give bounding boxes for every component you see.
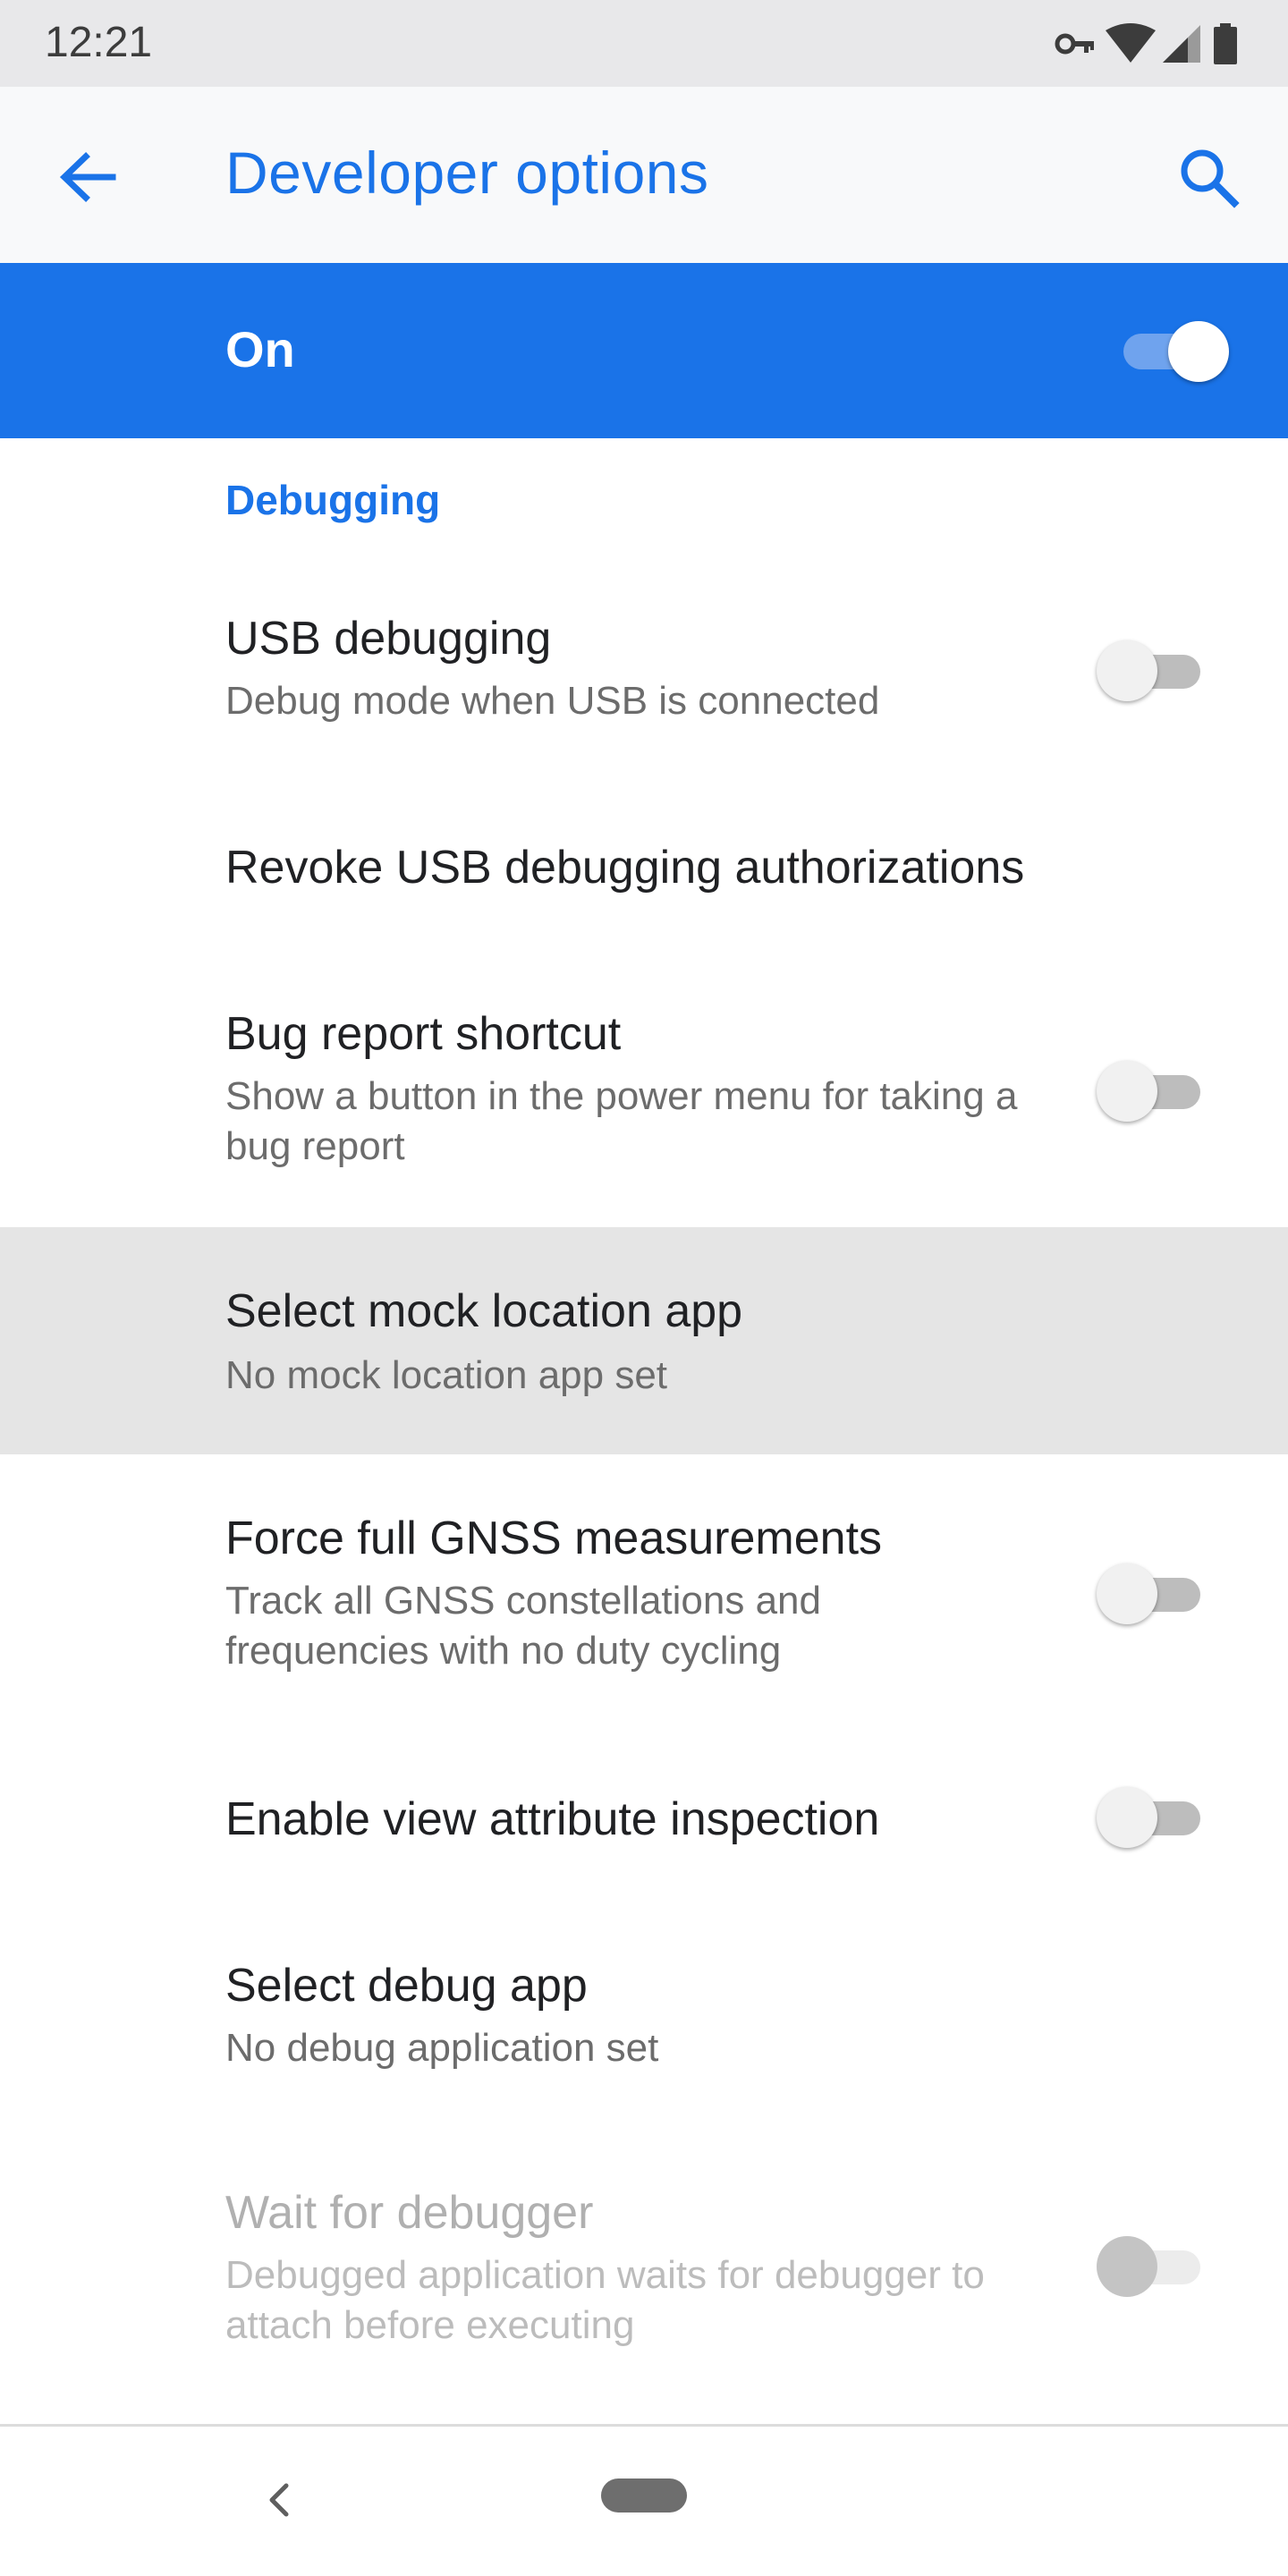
pref-view-attribute-inspection[interactable]: Enable view attribute inspection (0, 1753, 1288, 1887)
wifi-icon (1106, 23, 1156, 63)
pref-summary: Debugged application waits for debugger … (225, 2253, 985, 2347)
master-switch-toggle[interactable] (1123, 319, 1231, 382)
app-bar: Developer options (0, 87, 1288, 263)
pref-bug-report-shortcut[interactable]: Bug report shortcut Show a button in the… (0, 984, 1288, 1208)
pref-summary: Debug mode when USB is connected (225, 679, 880, 723)
pref-title: Bug report shortcut (225, 1008, 622, 1060)
force-full-gnss-toggle[interactable] (1097, 1563, 1204, 1626)
toggle-thumb (1097, 1787, 1157, 1848)
nav-back-button[interactable] (252, 2473, 306, 2527)
arrow-back-icon (59, 152, 116, 202)
pref-summary: No debug application set (225, 2026, 659, 2070)
cellular-signal-icon (1163, 25, 1200, 63)
pref-title: USB debugging (225, 613, 552, 665)
toggle-thumb (1168, 321, 1229, 382)
master-switch-label: On (225, 321, 295, 377)
pref-summary: No mock location app set (225, 1353, 668, 1397)
pref-summary: Track all GNSS constellations and freque… (225, 1579, 821, 1673)
toggle-thumb (1097, 1563, 1157, 1624)
pref-select-mock-location-app[interactable]: Select mock location app No mock locatio… (0, 1227, 1288, 1454)
wait-for-debugger-toggle (1097, 2236, 1204, 2299)
battery-icon (1214, 23, 1237, 64)
nav-back-icon (269, 2483, 289, 2517)
page-title: Developer options (225, 140, 709, 206)
status-time: 12:21 (45, 19, 153, 66)
toggle-thumb (1097, 640, 1157, 701)
pref-force-full-gnss[interactable]: Force full GNSS measurements Track all G… (0, 1485, 1288, 1708)
bug-report-shortcut-toggle[interactable] (1097, 1061, 1204, 1123)
pref-select-debug-app[interactable]: Select debug app No debug application se… (0, 1932, 1288, 2111)
toggle-thumb (1097, 2236, 1157, 2297)
vpn-key-icon (1055, 33, 1094, 55)
pref-title: Select debug app (225, 1960, 588, 2012)
pref-title: Select mock location app (225, 1285, 743, 1337)
pref-summary: Show a button in the power menu for taki… (225, 1074, 1018, 1168)
pref-title: Enable view attribute inspection (225, 1793, 880, 1845)
pref-title: Force full GNSS measurements (225, 1513, 883, 1564)
section-header-debugging: Debugging (225, 477, 441, 523)
search-icon (1181, 149, 1240, 208)
view-attribute-inspection-toggle[interactable] (1097, 1787, 1204, 1850)
pref-revoke-usb-authorizations[interactable]: Revoke USB debugging authorizations (0, 796, 1288, 939)
home-pill[interactable] (601, 2479, 687, 2512)
pref-title: Wait for debugger (225, 2187, 594, 2239)
back-button[interactable] (48, 137, 129, 217)
usb-debugging-toggle[interactable] (1097, 640, 1204, 703)
pref-usb-debugging[interactable]: USB debugging Debug mode when USB is con… (0, 590, 1288, 769)
pref-wait-for-debugger: Wait for debugger Debugged application w… (0, 2159, 1288, 2383)
search-button[interactable] (1168, 137, 1249, 217)
toggle-thumb (1097, 1061, 1157, 1122)
navigation-bar (0, 2427, 1288, 2576)
status-bar: 12:21 (0, 0, 1288, 87)
pref-title: Revoke USB debugging authorizations (225, 842, 1025, 894)
master-switch-bar[interactable]: On (0, 263, 1288, 438)
